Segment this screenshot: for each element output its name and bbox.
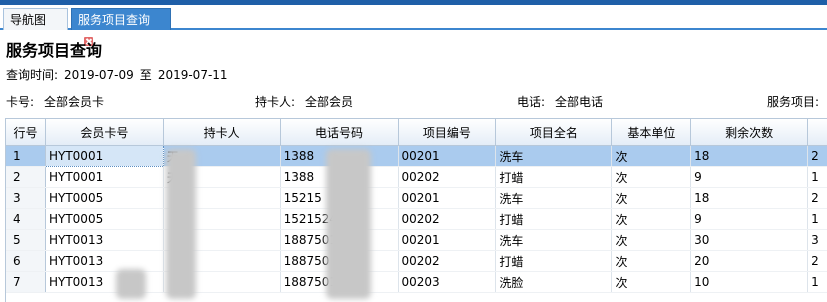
col-header-row-number[interactable]: 行号 — [6, 119, 46, 146]
date-range: 查询时间: 2019-07-09 至 2019-07-11 — [6, 66, 234, 83]
cell-code[interactable]: 00203 — [398, 271, 497, 293]
cell-unit[interactable]: 次 — [611, 187, 692, 209]
cell-extra[interactable]: 3 — [807, 229, 827, 251]
filter-label: 卡号: — [6, 95, 35, 109]
col-header-phone[interactable]: 电话号码 — [280, 119, 399, 146]
date-to: 2019-07-11 — [157, 68, 228, 82]
col-header-item-code[interactable]: 项目编号 — [398, 119, 497, 146]
filter-label: 电话: — [517, 95, 546, 109]
cell-unit[interactable]: 次 — [611, 250, 692, 272]
cell-name[interactable]: 打蜡 — [495, 208, 613, 230]
cell-remain[interactable]: 20 — [690, 250, 809, 272]
cell-extra[interactable]: 1 — [807, 271, 827, 293]
cell-extra[interactable]: 2 — [807, 145, 827, 167]
row-number-cell[interactable]: 2 — [6, 166, 46, 188]
filter-phone[interactable]: 电话: 全部电话 — [517, 93, 603, 110]
cell-name[interactable]: 洗脸 — [495, 271, 613, 293]
cell-code[interactable]: 00202 — [398, 250, 497, 272]
table-row[interactable]: 3 HYT0005 15215 00201 洗车次 18 2 — [6, 187, 827, 209]
filter-value: 全部会员 — [305, 95, 354, 109]
filter-service[interactable]: 服务项目: — [767, 93, 827, 110]
tab-navigation[interactable]: 导航图 — [3, 8, 68, 30]
cell-remain[interactable]: 9 — [690, 166, 809, 188]
filter-label: 持卡人: — [255, 95, 296, 109]
cell-name[interactable]: 洗车 — [495, 187, 613, 209]
cell-extra[interactable]: 2 — [807, 250, 827, 272]
results-grid: 行号 会员卡号 持卡人 电话号码 项目编号 项目全名 基本单位 剩余次数 1 HY… — [5, 118, 827, 302]
cell-name[interactable]: 洗车 — [495, 229, 613, 251]
date-label: 查询时间: — [6, 68, 59, 82]
tab-strip: 导航图 服务项目查询 — [0, 5, 827, 47]
cell-unit[interactable]: 次 — [611, 145, 692, 167]
cell-unit[interactable]: 次 — [611, 166, 692, 188]
filter-label: 服务项目: — [767, 95, 820, 109]
cell-code[interactable]: 00201 — [398, 229, 497, 251]
col-header-card-number[interactable]: 会员卡号 — [45, 119, 164, 146]
table-row[interactable]: 5 HYT0013 18875019 00201 洗车次 30 3 — [6, 229, 827, 251]
cell-unit[interactable]: 次 — [611, 208, 692, 230]
row-number-cell[interactable]: 5 — [6, 229, 46, 251]
table-row[interactable]: 4 HYT0005 15215244 00202 打蜡次 9 1 — [6, 208, 827, 230]
filter-value: 全部会员卡 — [44, 95, 105, 109]
date-separator: 至 — [139, 68, 152, 82]
col-header-next[interactable] — [807, 119, 827, 146]
cell-name[interactable]: 打蜡 — [495, 250, 613, 272]
cell-unit[interactable]: 次 — [611, 271, 692, 293]
row-number-cell[interactable]: 1 — [6, 145, 46, 167]
privacy-blur — [326, 149, 371, 299]
cell-remain[interactable]: 18 — [690, 145, 809, 167]
row-number-cell[interactable]: 7 — [6, 271, 46, 293]
cell-name[interactable]: 打蜡 — [495, 166, 613, 188]
filter-value: 全部电话 — [555, 95, 604, 109]
cell-code[interactable]: 00202 — [398, 166, 497, 188]
cell-remain[interactable]: 30 — [690, 229, 809, 251]
tab-label: 导航图 — [10, 13, 47, 27]
cell-remain[interactable]: 9 — [690, 208, 809, 230]
cell-card[interactable]: HYT0013 — [45, 250, 164, 272]
page-title: 服务项目查询 — [6, 41, 103, 60]
cell-card[interactable]: HYT0005 — [45, 187, 164, 209]
cell-code[interactable]: 00201 — [398, 145, 497, 167]
cell-code[interactable]: 00202 — [398, 208, 497, 230]
privacy-blur — [116, 269, 146, 299]
cell-card[interactable]: HYT0005 — [45, 208, 164, 230]
cell-name[interactable]: 洗车 — [495, 145, 613, 167]
cell-extra[interactable]: 2 — [807, 187, 827, 209]
table-row[interactable]: 1HYT0001天138800201洗车次182 — [6, 145, 827, 167]
col-header-holder[interactable]: 持卡人 — [163, 119, 281, 146]
date-from: 2019-07-09 — [64, 68, 134, 82]
table-header-row: 行号 会员卡号 持卡人 电话号码 项目编号 项目全名 基本单位 剩余次数 — [6, 119, 827, 146]
filter-holder[interactable]: 持卡人: 全部会员 — [255, 93, 353, 110]
filter-card[interactable]: 卡号: 全部会员卡 — [6, 93, 104, 110]
filter-bar: 卡号: 全部会员卡 持卡人: 全部会员 电话: 全部电话 服务项目: — [0, 93, 827, 109]
row-number-cell[interactable]: 4 — [6, 208, 46, 230]
row-number-cell[interactable]: 6 — [6, 250, 46, 272]
results-table: 行号 会员卡号 持卡人 电话号码 项目编号 项目全名 基本单位 剩余次数 1 HY… — [6, 119, 827, 293]
cell-remain[interactable]: 10 — [690, 271, 809, 293]
tab-service-query[interactable]: 服务项目查询 — [71, 8, 171, 47]
cell-card[interactable]: HYT0013 — [45, 229, 164, 251]
cell-remain[interactable]: 18 — [690, 187, 809, 209]
col-header-remaining[interactable]: 剩余次数 — [690, 119, 809, 146]
cell-card[interactable]: HYT0001 — [44, 145, 164, 167]
cell-extra[interactable]: 1 — [807, 166, 827, 188]
table-row[interactable]: 2HYT0001天138800202打蜡次91 — [6, 166, 827, 188]
col-header-item-name[interactable]: 项目全名 — [495, 119, 613, 146]
cell-extra[interactable]: 1 — [807, 208, 827, 230]
cell-unit[interactable]: 次 — [611, 229, 692, 251]
row-number-cell[interactable]: 3 — [6, 187, 46, 209]
tab-label: 服务项目查询 — [78, 13, 151, 27]
privacy-blur — [166, 149, 196, 299]
cell-card[interactable]: HYT0001 — [45, 166, 164, 188]
col-header-unit[interactable]: 基本单位 — [611, 119, 692, 146]
cell-code[interactable]: 00201 — [398, 187, 497, 209]
